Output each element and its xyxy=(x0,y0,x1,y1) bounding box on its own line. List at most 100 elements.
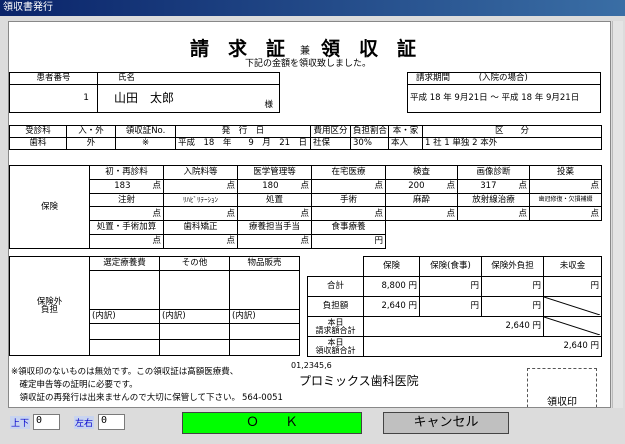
ins-h-admission: 入院料等 xyxy=(163,165,238,180)
ins-empty xyxy=(530,235,602,249)
leftright-input[interactable]: 0 xyxy=(98,414,125,430)
patient-table: 患者番号 氏名 1 山田 太郎 様 xyxy=(9,72,280,113)
patient-sama: 様 xyxy=(264,99,273,110)
clinic-name: プロミックス歯科医院 xyxy=(299,374,419,388)
period-table: 請求期間 (入院の場合) 平成 18 年 9月21日 ～ 平成 18 年 9月2… xyxy=(407,72,601,113)
summary-row-received: 本日 領収額合計 2,640 円 xyxy=(307,336,602,357)
sum-burden-label: 負担額 xyxy=(307,296,364,317)
ins-v-radiation: 点 xyxy=(457,206,530,222)
ins-h-radiation: 放射線治療 xyxy=(457,192,530,208)
sum-billed-label: 本日 請求額合計 xyxy=(307,316,364,337)
visit-info-value-row: 歯科 外 ※ 平成 18 年 9 月 21 日 社保 30% 本人 1 社 1 … xyxy=(9,137,602,150)
ins-v-meal: 円 xyxy=(311,234,386,249)
ins-v-crown-restoration: 点 xyxy=(529,206,602,222)
patient-name-value: 山田 太郎 xyxy=(114,91,175,106)
info-value-category: 1 社 1 単独 2 本外 xyxy=(422,137,602,150)
outside-h-other: その他 xyxy=(159,256,230,271)
ins-h-initial-visit: 初・再診料 xyxy=(89,165,164,180)
info-value-burden-ratio: 30% xyxy=(350,137,389,150)
patient-id-value: 1 xyxy=(9,84,98,113)
ins-empty xyxy=(386,221,458,235)
info-value-inout: 外 xyxy=(66,137,116,150)
visit-info-table: 受診科 入・外 領収証No. 発 行 日 費用区分 負担割合 本・家 区 分 歯… xyxy=(9,125,602,150)
outside-h-selected-care: 選定療養費 xyxy=(89,256,160,271)
clinic-phone: 564-0051 xyxy=(242,393,283,403)
summary-table: 保険 保険(食事) 保険外負担 未収金 合計 8,800 円 円 円 円 負担額… xyxy=(307,256,602,357)
sum-total-insurance: 8,800 円 xyxy=(363,276,420,297)
info-header-cost-type: 費用区分 xyxy=(310,125,351,138)
ins-v-anesthesia: 点 xyxy=(385,206,458,222)
sum-h-unpaid: 未収金 xyxy=(543,256,602,277)
sum-total-unpaid: 円 xyxy=(543,276,602,297)
summary-row-burden: 負担額 2,640 円 円 円 xyxy=(307,296,602,317)
insurance-table: 保険 初・再診料 入院料等 医学管理等 在宅医療 検査 画像診断 投薬 183 点… xyxy=(9,165,602,249)
window-title-bar[interactable]: 領収書発行 xyxy=(0,0,625,16)
ins-h-injection: 注射 xyxy=(89,192,164,208)
ins-h-medication: 投薬 xyxy=(529,165,602,180)
sum-h-insurance-meal: 保険(食事) xyxy=(419,256,482,277)
insurance-header-row-2: 注射 ﾘﾊﾋﾞﾘﾃｰｼｮﾝ 処置 手術 麻酔 放射線治療 歯冠修復・欠損補綴 xyxy=(10,192,602,208)
ins-v-treatment: 点 xyxy=(237,206,312,222)
outside-breakdown-1: (内訳) xyxy=(89,308,160,324)
vertical-scrollbar[interactable] xyxy=(612,21,623,408)
patient-id-label: 患者番号 xyxy=(9,72,98,85)
ins-v-procedure-addon: 点 xyxy=(89,234,164,249)
info-header-inout: 入・外 xyxy=(66,125,116,138)
sum-total-label: 合計 xyxy=(307,276,364,297)
receipt-paper: 請 求 証 兼 領 収 証 下記の金額を領収致しました。 患者番号 氏名 1 山… xyxy=(8,21,611,408)
info-value-issue-date: 平成 18 年 9 月 21 日 xyxy=(175,137,311,150)
cancel-button[interactable]: キャンセル xyxy=(383,412,509,434)
summary-row-total: 合計 8,800 円 円 円 円 xyxy=(307,276,602,297)
info-value-receipt-no: ※ xyxy=(115,137,176,150)
patient-name-cell: 山田 太郎 様 xyxy=(97,84,280,113)
note-line-1: ※領収印のないものは無効です。この領収証は高額医療費、 xyxy=(11,367,239,377)
ins-empty xyxy=(458,221,530,235)
diagonal-line xyxy=(544,317,600,335)
info-header-issue-date: 発 行 日 xyxy=(175,125,311,138)
outside-breakdown-3: (内訳) xyxy=(229,308,300,324)
ins-h-crown-restoration: 歯冠修復・欠損補綴 xyxy=(529,192,602,208)
info-value-self-family: 本人 xyxy=(388,137,423,150)
outside-insurance-table: 保険外 負担 選定療養費 その他 物品販売 (内訳) (内訳) (内訳) xyxy=(9,256,300,357)
period-label: 請求期間 xyxy=(416,73,451,84)
insurance-value-row-3: 点 点 点 円 xyxy=(10,234,602,249)
ins-h-exam: 検査 xyxy=(385,165,458,180)
sum-received-label: 本日 領収額合計 xyxy=(307,336,364,357)
ok-button[interactable]: Ｏ Ｋ xyxy=(182,412,362,434)
period-note: (入院の場合) xyxy=(478,73,528,84)
receipt-stamp-box: 領収印 xyxy=(527,368,597,407)
insurance-side-label: 保険 xyxy=(9,165,90,249)
ins-empty xyxy=(458,235,530,249)
summary-header-row: 保険 保険(食事) 保険外負担 未収金 xyxy=(307,256,602,277)
period-value: 平成 18 年 9月21日 ～ 平成 18 年 9月21日 xyxy=(407,84,601,113)
summary-row-billed: 本日 請求額合計 2,640 円 xyxy=(307,316,602,337)
sum-received-value: 2,640 円 xyxy=(363,336,602,357)
ins-h-home-care: 在宅医療 xyxy=(311,165,386,180)
info-value-dept: 歯科 xyxy=(9,137,67,150)
heading-ken: 兼 xyxy=(300,46,310,57)
ins-h-imaging: 画像診断 xyxy=(457,165,530,180)
ins-empty xyxy=(386,235,458,249)
sum-burden-insurance: 2,640 円 xyxy=(363,296,420,317)
info-value-cost-type: 社保 xyxy=(310,137,351,150)
subtitle: 下記の金額を領収致しました。 xyxy=(245,59,372,69)
bottom-toolbar: 上下 0 左右 0 Ｏ Ｋ キャンセル xyxy=(0,408,625,444)
sum-total-outside: 円 xyxy=(481,276,544,297)
sum-burden-unpaid-diagonal xyxy=(543,296,602,317)
sum-burden-meal: 円 xyxy=(419,296,482,317)
ins-empty xyxy=(530,221,602,235)
note-line-2: 確定申告等の証明に必要です。 xyxy=(11,380,138,390)
insurance-header-row-3: 処置・手術加算 歯科矯正 療養担当手当 食事療養 xyxy=(10,220,602,236)
leftright-label: 左右 xyxy=(74,416,95,429)
insurance-header-row-1: 保険 初・再診料 入院料等 医学管理等 在宅医療 検査 画像診断 投薬 xyxy=(9,165,602,249)
insurance-value-row-2: 点 点 点 点 点 点 点 xyxy=(10,206,602,222)
sum-h-outside: 保険外負担 xyxy=(481,256,544,277)
ins-h-surgery: 手術 xyxy=(311,192,386,208)
updown-input[interactable]: 0 xyxy=(33,414,60,430)
ins-v-admission: 点 xyxy=(163,178,238,194)
ins-h-anesthesia: 麻酔 xyxy=(385,192,458,208)
ins-h-orthodontics: 歯科矯正 xyxy=(163,220,238,236)
ins-v-rehab: 点 xyxy=(163,206,238,222)
ins-v-medication: 点 xyxy=(529,178,602,194)
visit-info-header-row: 受診科 入・外 領収証No. 発 行 日 費用区分 負担割合 本・家 区 分 xyxy=(9,125,602,138)
